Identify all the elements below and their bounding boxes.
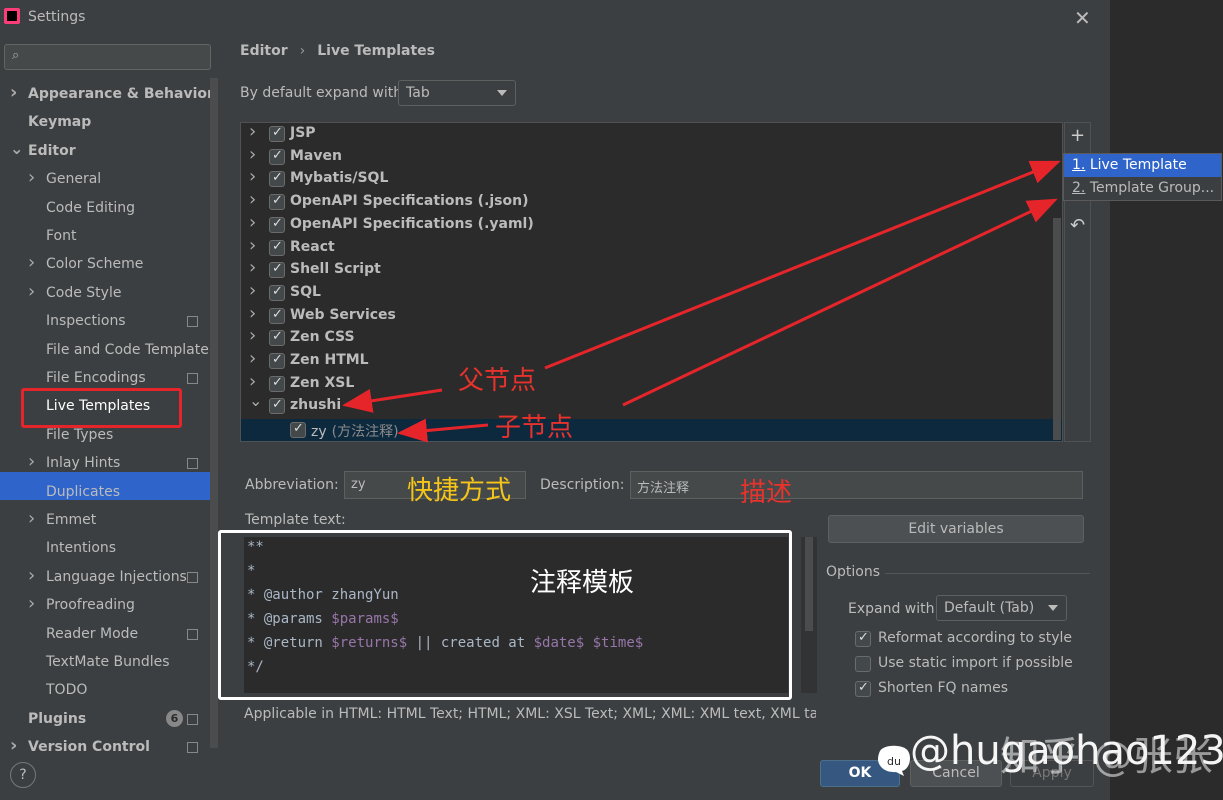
annotation-template: 注释模板: [530, 568, 635, 598]
arrow-to-child-node: [397, 418, 489, 443]
annotation-child-node: 子节点: [495, 413, 574, 443]
annotation-arrows: [342, 160, 1061, 443]
arrow-to-template-group: [622, 198, 1058, 407]
arrow-to-live-template: [544, 160, 1061, 370]
annotation-shortcut: 快捷方式: [407, 476, 512, 506]
arrow-to-parent-node: [342, 388, 443, 413]
annotation-parent-node: 父节点: [458, 366, 537, 396]
svg-text:du: du: [887, 755, 901, 768]
annotation-description: 描述: [740, 478, 793, 508]
zhihu-logo-icon: du: [878, 745, 910, 776]
watermark-overlay: @hugaohao123: [910, 728, 1223, 774]
